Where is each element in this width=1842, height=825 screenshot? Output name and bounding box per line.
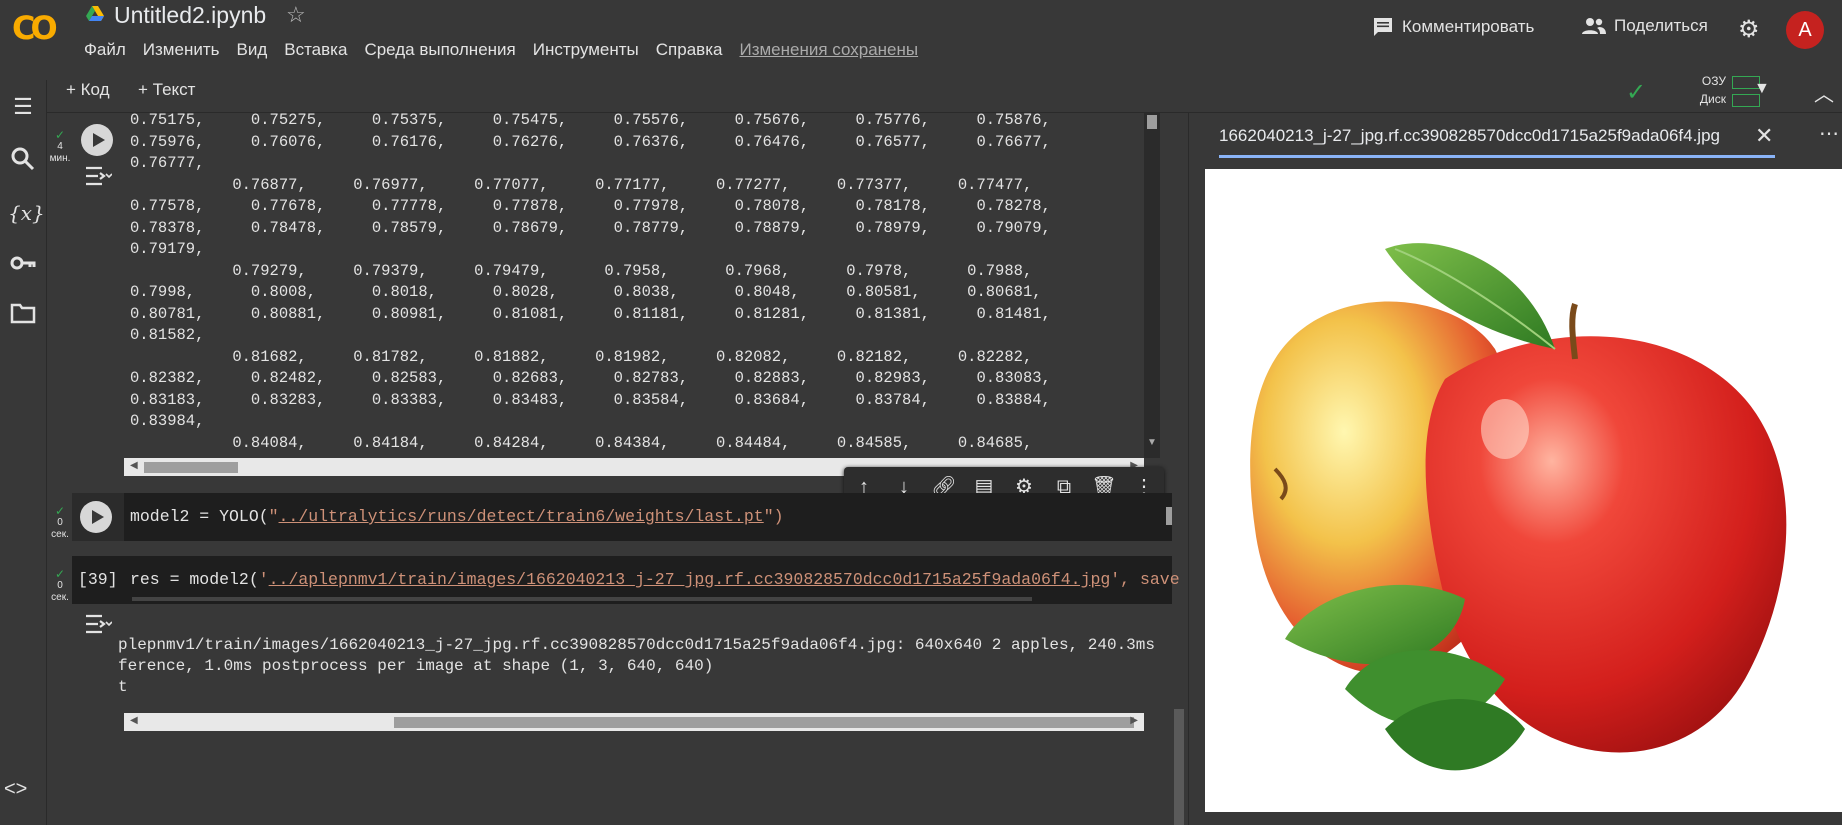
cell3-output-line: plepnmv1/train/images/1662040213_j-27_jp… — [118, 636, 1155, 654]
cell3-status: ✓ 0 сек. — [48, 568, 72, 604]
menu-view[interactable]: Вид — [236, 40, 267, 60]
people-icon — [1582, 18, 1606, 34]
key-icon[interactable] — [8, 250, 38, 280]
cell3-output-line: t — [118, 678, 128, 696]
code-quote: " — [268, 507, 279, 526]
cell2-run-button[interactable] — [80, 501, 112, 533]
chevron-down-icon[interactable]: ▼ — [1754, 80, 1770, 98]
code-path-link[interactable]: ../ultralytics/runs/detect/train6/weight… — [279, 507, 764, 526]
cell1-time: 4 — [57, 141, 63, 152]
more-icon[interactable]: ⋯ — [1819, 121, 1839, 146]
cell2-code[interactable]: model2 = YOLO("../ultralytics/runs/detec… — [72, 493, 1172, 541]
collapse-up-icon[interactable]: ︿ — [1814, 78, 1834, 107]
code-path-link[interactable]: ../aplepnmv1/train/images/1662040213_j-2… — [269, 570, 1111, 589]
check-icon: ✓ — [54, 128, 66, 142]
ram-label: ОЗУ — [1701, 74, 1726, 88]
cell3-horizontal-scrollbar[interactable]: ◀ ▶ — [124, 713, 1144, 731]
add-code-button[interactable]: + Код — [66, 80, 110, 100]
code-quote: ' — [258, 570, 269, 589]
output-actions-icon[interactable] — [84, 165, 114, 189]
add-text-button[interactable]: + Текст — [138, 80, 195, 100]
apple-image-drawing — [1205, 169, 1842, 812]
share-label: Поделиться — [1614, 16, 1708, 35]
code-prefix: res = model2( — [130, 570, 259, 589]
notebook-title[interactable]: Untitled2.ipynb — [114, 2, 266, 29]
top-bar: CO Untitled2.ipynb ☆ Файл Изменить Вид В… — [0, 0, 1842, 70]
code-snippets-icon[interactable]: <> — [4, 778, 27, 801]
scroll-down-arrow-icon[interactable]: ▼ — [1147, 437, 1157, 448]
cell1-output-text: 0.75175, 0.75275, 0.75375, 0.75475, 0.75… — [130, 113, 1051, 452]
disk-label: Диск — [1699, 92, 1726, 106]
cell2-status: ✓ 0 сек. — [48, 505, 72, 541]
drive-icon — [86, 6, 104, 21]
colab-logo[interactable]: CO — [12, 8, 70, 48]
menu-insert[interactable]: Вставка — [284, 40, 347, 60]
scrollbar-thumb[interactable] — [144, 462, 238, 473]
file-tab[interactable]: 1662040213_j-27_jpg.rf.cc390828570dcc0d1… — [1219, 117, 1775, 158]
comment-label: Комментировать — [1402, 17, 1535, 36]
variables-icon[interactable]: {x} — [8, 198, 45, 228]
code-suffix: ', save — [1110, 570, 1180, 589]
menu-help[interactable]: Справка — [656, 40, 723, 60]
comment-icon — [1374, 18, 1392, 36]
scrollbar-thumb[interactable] — [1147, 115, 1157, 129]
saved-status-link[interactable]: Изменения сохранены — [739, 40, 918, 60]
comment-button[interactable]: Комментировать — [1372, 16, 1534, 38]
menu-edit[interactable]: Изменить — [143, 40, 220, 60]
cell1-output: 0.75175, 0.75275, 0.75375, 0.75475, 0.75… — [124, 113, 1172, 458]
cell1-run-button[interactable] — [81, 124, 113, 156]
cell3-exec-count: [39] — [78, 570, 118, 589]
folder-icon[interactable] — [8, 302, 38, 332]
cell3-output-line: ference, 1.0ms postprocess per image at … — [118, 657, 714, 675]
star-icon[interactable]: ☆ — [286, 2, 306, 28]
check-icon: ✓ — [54, 567, 66, 581]
avatar[interactable]: A — [1786, 11, 1824, 49]
cell2-code-text[interactable]: model2 = YOLO("../ultralytics/runs/detec… — [130, 507, 784, 527]
apple-image — [1205, 169, 1842, 812]
cell2-time: 0 — [57, 517, 63, 528]
viewer-tab-bar: 1662040213_j-27_jpg.rf.cc390828570dcc0d1… — [1189, 113, 1842, 159]
cell3-unit: сек. — [51, 592, 69, 603]
search-icon[interactable] — [8, 146, 38, 176]
cell3-code-text[interactable]: res = model2('../aplepnmv1/train/images/… — [130, 570, 1180, 590]
close-icon[interactable]: ✕ — [1755, 123, 1773, 149]
cell2-scroll-thumb[interactable] — [1166, 507, 1172, 525]
check-icon: ✓ — [54, 504, 66, 518]
settings-gear-icon[interactable]: ⚙ — [1738, 15, 1760, 44]
cell2-unit: сек. — [51, 529, 69, 540]
table-of-contents-icon[interactable]: ☰ — [8, 92, 38, 122]
menu-tools[interactable]: Инструменты — [533, 40, 639, 60]
menu-runtime[interactable]: Среда выполнения — [364, 40, 515, 60]
notebook-toolbar: + Код + Текст ✓ ОЗУ Диск ▼ ︿ — [46, 72, 1842, 113]
file-viewer-pane: 1662040213_j-27_jpg.rf.cc390828570dcc0d1… — [1188, 113, 1842, 825]
notebook-area: ✓ 4 мин. 0.75175, 0.75275, 0.75375, 0.75… — [46, 113, 1186, 825]
menu-file[interactable]: Файл — [84, 40, 126, 60]
notebook-scrollbar[interactable] — [1174, 709, 1184, 825]
cell1-unit: мин. — [49, 153, 71, 164]
cell3-code[interactable]: [39] res = model2('../aplepnmv1/train/im… — [72, 556, 1180, 604]
cell3-time: 0 — [57, 580, 63, 591]
scrollbar-thumb[interactable] — [394, 717, 1134, 728]
left-sidebar: ☰ {x} — [0, 80, 47, 825]
code-prefix: model2 = YOLO( — [130, 507, 269, 526]
share-button[interactable]: Поделиться — [1582, 16, 1708, 36]
code-quote: ") — [763, 507, 784, 526]
connected-check-icon: ✓ — [1626, 79, 1647, 106]
cell1-vertical-scrollbar[interactable]: ▼ — [1144, 113, 1160, 458]
scroll-left-arrow-icon[interactable]: ◀ — [130, 715, 138, 726]
cell1-status: ✓ 4 мин. — [48, 129, 72, 165]
menu-bar: Файл Изменить Вид Вставка Среда выполнен… — [84, 40, 935, 60]
output-actions-icon[interactable] — [84, 613, 114, 637]
scroll-left-arrow-icon[interactable]: ◀ — [130, 460, 138, 471]
cell3-scroll-thumb[interactable] — [132, 597, 1032, 601]
scroll-right-arrow-icon[interactable]: ▶ — [1130, 715, 1138, 726]
